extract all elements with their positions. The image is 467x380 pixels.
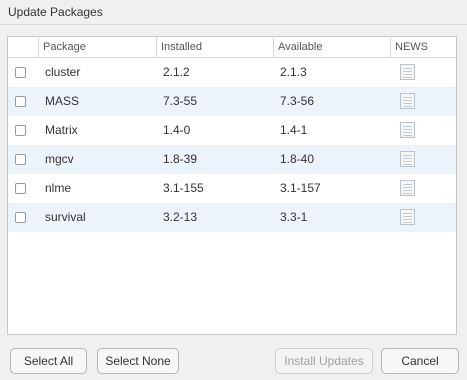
package-checkbox[interactable] xyxy=(15,96,26,107)
installed-version: 7.3-55 xyxy=(163,94,198,108)
column-header-package[interactable]: Package xyxy=(38,37,156,57)
package-checkbox[interactable] xyxy=(15,154,26,165)
column-header-news[interactable]: NEWS xyxy=(390,37,456,57)
document-icon[interactable] xyxy=(400,180,415,196)
select-none-button[interactable]: Select None xyxy=(97,348,179,374)
available-version: 3.1-157 xyxy=(280,181,321,195)
package-checkbox[interactable] xyxy=(15,212,26,223)
document-icon[interactable] xyxy=(400,64,415,80)
table-row[interactable]: nlme 3.1-155 3.1-157 xyxy=(8,174,456,203)
package-name: cluster xyxy=(45,65,81,79)
table-row[interactable]: mgcv 1.8-39 1.8-40 xyxy=(8,145,456,174)
install-updates-button[interactable]: Install Updates xyxy=(275,348,373,374)
table-row[interactable]: Matrix 1.4-0 1.4-1 xyxy=(8,116,456,145)
table-header: Package Installed Available NEWS xyxy=(8,37,456,58)
document-icon[interactable] xyxy=(400,122,415,138)
document-icon[interactable] xyxy=(400,151,415,167)
installed-version: 2.1.2 xyxy=(163,65,190,79)
column-header-available[interactable]: Available xyxy=(273,37,390,57)
document-icon[interactable] xyxy=(400,209,415,225)
packages-table: Package Installed Available NEWS cluster… xyxy=(7,36,457,335)
available-version: 7.3-56 xyxy=(280,94,315,108)
cancel-button[interactable]: Cancel xyxy=(381,348,459,374)
available-version: 2.1.3 xyxy=(280,65,307,79)
package-checkbox[interactable] xyxy=(15,183,26,194)
installed-version: 1.8-39 xyxy=(163,152,198,166)
package-name: survival xyxy=(45,210,86,224)
package-name: mgcv xyxy=(45,152,74,166)
available-version: 1.8-40 xyxy=(280,152,315,166)
table-row[interactable]: cluster 2.1.2 2.1.3 xyxy=(8,58,456,87)
document-icon[interactable] xyxy=(400,93,415,109)
package-name: Matrix xyxy=(45,123,78,137)
column-header-installed[interactable]: Installed xyxy=(156,37,273,57)
package-name: nlme xyxy=(45,181,72,195)
available-version: 3.3-1 xyxy=(280,210,308,224)
dialog-title: Update Packages xyxy=(8,5,103,19)
available-version: 1.4-1 xyxy=(280,123,308,137)
package-name: MASS xyxy=(45,94,80,108)
package-checkbox[interactable] xyxy=(15,125,26,136)
select-all-button[interactable]: Select All xyxy=(10,348,87,374)
installed-version: 1.4-0 xyxy=(163,123,191,137)
installed-version: 3.2-13 xyxy=(163,210,198,224)
dialog-titlebar: Update Packages xyxy=(0,0,467,25)
package-checkbox[interactable] xyxy=(15,67,26,78)
installed-version: 3.1-155 xyxy=(163,181,204,195)
table-row[interactable]: MASS 7.3-55 7.3-56 xyxy=(8,87,456,116)
column-header-select xyxy=(8,37,38,57)
table-row[interactable]: survival 3.2-13 3.3-1 xyxy=(8,203,456,232)
